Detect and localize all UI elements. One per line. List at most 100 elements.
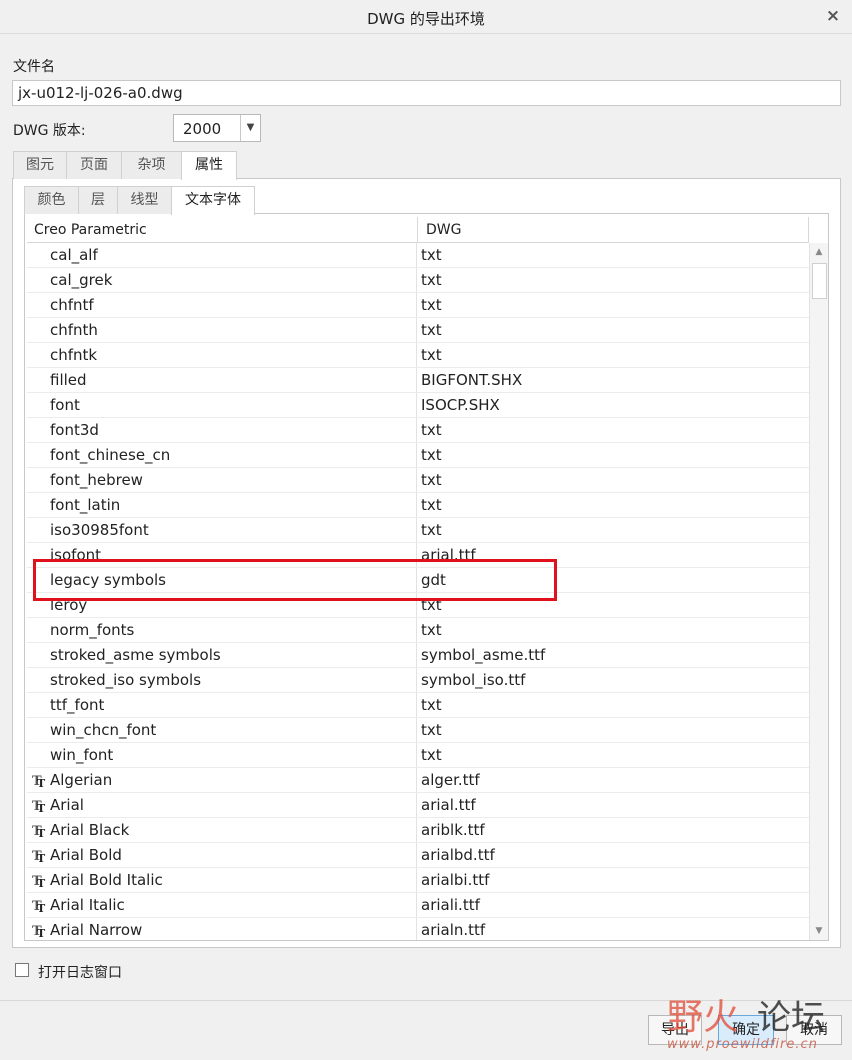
table-row[interactable]: chfnth txt: [27, 318, 809, 343]
scrollbar-thumb[interactable]: [812, 263, 827, 299]
creo-font-cell[interactable]: win_chcn_font: [27, 718, 417, 742]
tab-properties[interactable]: 属性: [181, 151, 237, 180]
creo-font-cell[interactable]: font3d: [27, 418, 417, 442]
scroll-down-icon[interactable]: ▼: [810, 922, 828, 940]
creo-font-cell[interactable]: T T Arial Bold: [27, 843, 417, 867]
tab-layers[interactable]: 层: [78, 186, 118, 214]
table-row[interactable]: win_font txt: [27, 743, 809, 768]
table-row[interactable]: T T Arial Italic ariali.ttf: [27, 893, 809, 918]
dwg-font-value[interactable]: txt: [421, 746, 442, 764]
log-window-label[interactable]: 打开日志窗口: [38, 962, 122, 982]
chevron-down-icon[interactable]: ▼: [240, 115, 260, 141]
creo-font-cell[interactable]: norm_fonts: [27, 618, 417, 642]
log-window-checkbox[interactable]: [15, 963, 29, 977]
table-row[interactable]: cal_grek txt: [27, 268, 809, 293]
tab-pages[interactable]: 页面: [66, 151, 122, 179]
dwg-font-value[interactable]: txt: [421, 321, 442, 339]
dwg-font-value[interactable]: arialbi.ttf: [421, 871, 489, 889]
dwg-font-value[interactable]: txt: [421, 621, 442, 639]
table-row[interactable]: chfntf txt: [27, 293, 809, 318]
dwg-font-value[interactable]: ariblk.ttf: [421, 821, 485, 839]
creo-font-cell[interactable]: cal_alf: [27, 243, 417, 267]
table-row[interactable]: leroy txt: [27, 593, 809, 618]
creo-font-cell[interactable]: filled: [27, 368, 417, 392]
creo-font-cell[interactable]: stroked_asme symbols: [27, 643, 417, 667]
table-row[interactable]: T T Arial Black ariblk.ttf: [27, 818, 809, 843]
creo-font-cell[interactable]: iso30985font: [27, 518, 417, 542]
dwg-font-value[interactable]: txt: [421, 296, 442, 314]
table-row[interactable]: font_chinese_cn txt: [27, 443, 809, 468]
creo-font-cell[interactable]: legacy symbols: [27, 568, 417, 592]
creo-font-cell[interactable]: font_hebrew: [27, 468, 417, 492]
creo-font-cell[interactable]: win_font: [27, 743, 417, 767]
dwg-font-value[interactable]: ISOCP.SHX: [421, 396, 500, 414]
tab-linetypes[interactable]: 线型: [117, 186, 172, 214]
creo-font-cell[interactable]: T T Arial: [27, 793, 417, 817]
dwg-font-value[interactable]: txt: [421, 346, 442, 364]
dwg-font-value[interactable]: txt: [421, 246, 442, 264]
creo-font-cell[interactable]: font: [27, 393, 417, 417]
tab-text-fonts[interactable]: 文本字体: [171, 186, 255, 215]
table-row[interactable]: T T Arial arial.ttf: [27, 793, 809, 818]
table-row[interactable]: chfntk txt: [27, 343, 809, 368]
tab-entities[interactable]: 图元: [13, 151, 67, 179]
table-row[interactable]: filled BIGFONT.SHX: [27, 368, 809, 393]
dwg-font-value[interactable]: txt: [421, 721, 442, 739]
creo-font-cell[interactable]: chfntf: [27, 293, 417, 317]
cancel-button[interactable]: 取消: [786, 1015, 842, 1045]
column-header-dwg[interactable]: DWG: [426, 222, 461, 238]
table-row[interactable]: win_chcn_font txt: [27, 718, 809, 743]
scroll-up-icon[interactable]: ▲: [810, 243, 828, 261]
creo-font-cell[interactable]: isofont: [27, 543, 417, 567]
dwg-font-value[interactable]: arialbd.ttf: [421, 846, 495, 864]
table-row[interactable]: iso30985font txt: [27, 518, 809, 543]
dwg-font-value[interactable]: txt: [421, 596, 442, 614]
table-row[interactable]: font3d txt: [27, 418, 809, 443]
dwg-font-value[interactable]: BIGFONT.SHX: [421, 371, 522, 389]
dwg-font-value[interactable]: txt: [421, 496, 442, 514]
creo-font-cell[interactable]: leroy: [27, 593, 417, 617]
table-row[interactable]: stroked_iso symbols symbol_iso.ttf: [27, 668, 809, 693]
creo-font-cell[interactable]: ttf_font: [27, 693, 417, 717]
creo-font-cell[interactable]: T T Algerian: [27, 768, 417, 792]
dwg-font-value[interactable]: arialn.ttf: [421, 921, 485, 939]
table-row[interactable]: cal_alf txt: [27, 243, 809, 268]
tab-colors[interactable]: 颜色: [24, 186, 79, 214]
dwg-version-select[interactable]: 2000 ▼: [173, 114, 261, 142]
dwg-font-value[interactable]: txt: [421, 271, 442, 289]
table-row[interactable]: font_latin txt: [27, 493, 809, 518]
dwg-font-value[interactable]: ariali.ttf: [421, 896, 480, 914]
dwg-font-value[interactable]: symbol_asme.ttf: [421, 646, 545, 664]
creo-font-cell[interactable]: font_chinese_cn: [27, 443, 417, 467]
dwg-font-value[interactable]: arial.ttf: [421, 546, 476, 564]
dwg-font-value[interactable]: txt: [421, 521, 442, 539]
table-row[interactable]: font_hebrew txt: [27, 468, 809, 493]
dwg-font-value[interactable]: txt: [421, 446, 442, 464]
ok-button[interactable]: 确定: [718, 1015, 774, 1045]
tab-misc[interactable]: 杂项: [121, 151, 182, 179]
close-icon[interactable]: ×: [824, 6, 842, 26]
table-row[interactable]: T T Algerian alger.ttf: [27, 768, 809, 793]
table-row[interactable]: T T Arial Bold arialbd.ttf: [27, 843, 809, 868]
vertical-scrollbar[interactable]: ▲ ▼: [809, 243, 828, 940]
table-row[interactable]: stroked_asme symbols symbol_asme.ttf: [27, 643, 809, 668]
creo-font-cell[interactable]: T T Arial Italic: [27, 893, 417, 917]
table-row[interactable]: isofont arial.ttf: [27, 543, 809, 568]
table-row[interactable]: norm_fonts txt: [27, 618, 809, 643]
creo-font-cell[interactable]: T T Arial Narrow: [27, 918, 417, 940]
table-row[interactable]: T T Arial Narrow arialn.ttf: [27, 918, 809, 940]
creo-font-cell[interactable]: cal_grek: [27, 268, 417, 292]
creo-font-cell[interactable]: T T Arial Bold Italic: [27, 868, 417, 892]
table-row[interactable]: legacy symbols gdt: [27, 568, 809, 593]
filename-input[interactable]: jx-u012-lj-026-a0.dwg: [12, 80, 841, 106]
dwg-font-value[interactable]: alger.ttf: [421, 771, 480, 789]
creo-font-cell[interactable]: font_latin: [27, 493, 417, 517]
creo-font-cell[interactable]: stroked_iso symbols: [27, 668, 417, 692]
dwg-font-value[interactable]: txt: [421, 421, 442, 439]
table-row[interactable]: T T Arial Bold Italic arialbi.ttf: [27, 868, 809, 893]
dwg-font-value[interactable]: symbol_iso.ttf: [421, 671, 525, 689]
table-row[interactable]: font ISOCP.SHX: [27, 393, 809, 418]
dwg-font-value[interactable]: txt: [421, 471, 442, 489]
column-divider[interactable]: [417, 217, 418, 243]
column-header-creo[interactable]: Creo Parametric: [34, 222, 147, 238]
